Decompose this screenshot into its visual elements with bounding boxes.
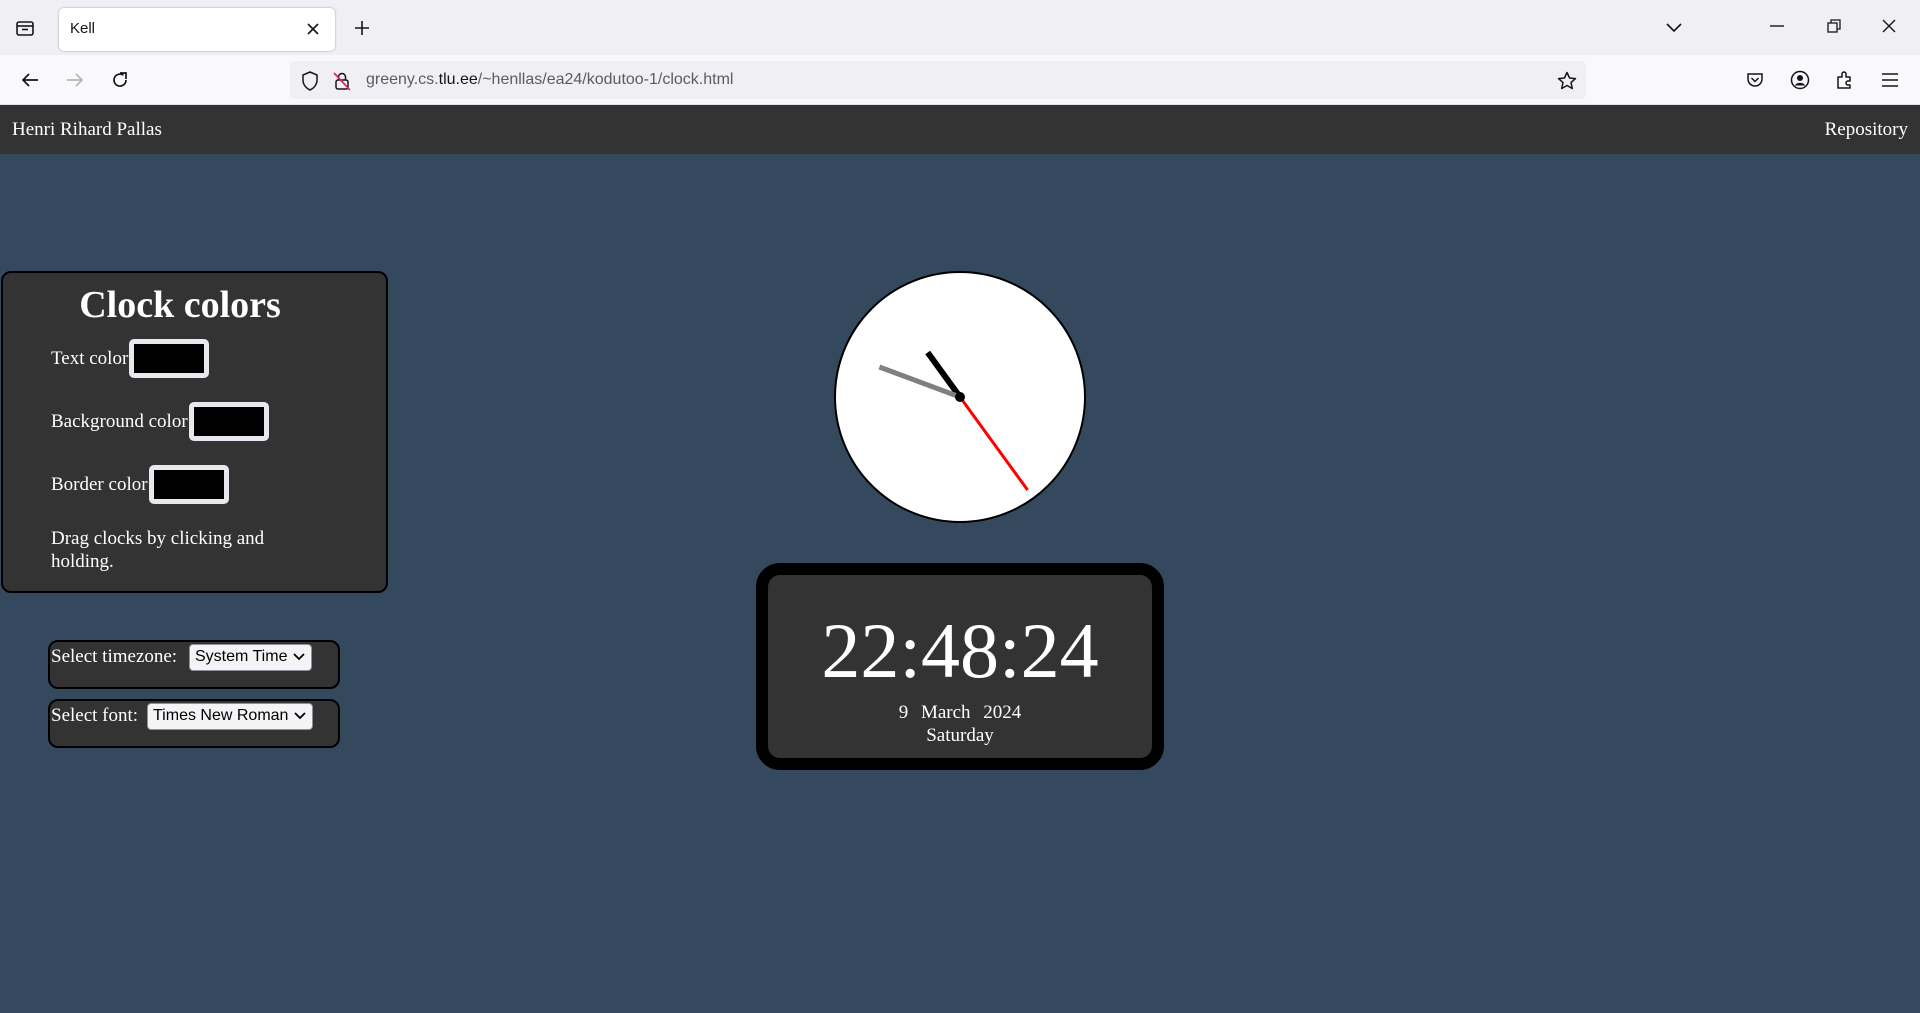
- menu-hamburger-icon[interactable]: [1878, 68, 1902, 92]
- chevron-down-icon: [293, 653, 306, 661]
- browser-tab[interactable]: Kell: [59, 8, 335, 51]
- date-day: 9: [898, 702, 909, 723]
- reload-icon[interactable]: [107, 68, 133, 92]
- date-year: 2024: [983, 702, 1022, 723]
- text-color-label: Text color: [51, 347, 129, 369]
- background-color-picker[interactable]: [188, 402, 269, 441]
- minimize-icon[interactable]: [1765, 14, 1789, 38]
- background-color-label: Background color: [51, 410, 188, 432]
- tab-title: Kell: [70, 20, 96, 37]
- window-close-icon[interactable]: [1877, 14, 1901, 38]
- date-month: March: [920, 702, 971, 723]
- analog-clock[interactable]: [833, 270, 1087, 524]
- font-selector-box: Select font: Times New Roman: [48, 699, 340, 748]
- timezone-select[interactable]: System Time: [189, 644, 313, 671]
- border-color-label: Border color: [51, 473, 148, 495]
- date-line: 9 March 2024: [768, 702, 1152, 724]
- close-icon[interactable]: [303, 19, 323, 39]
- font-label: Select font:: [51, 705, 139, 726]
- shield-icon[interactable]: [299, 70, 321, 92]
- drag-instructions: Drag clocks by clicking and holding.: [51, 528, 265, 572]
- browser-nav-bar: greeny.cs.tlu.ee/~henllas/ea24/kodutoo-1…: [0, 55, 1920, 105]
- restore-icon[interactable]: [1822, 14, 1846, 38]
- tab-list-icon[interactable]: [12, 16, 38, 40]
- repository-link[interactable]: Repository: [1825, 119, 1908, 141]
- weekday: Saturday: [926, 725, 994, 746]
- panel-title: Clock colors: [79, 284, 281, 326]
- url-text[interactable]: greeny.cs.tlu.ee/~henllas/ea24/kodutoo-1…: [366, 71, 733, 89]
- timezone-selected-value: System Time: [195, 648, 288, 665]
- back-arrow-icon[interactable]: [17, 68, 43, 92]
- digital-clock[interactable]: 22:48:24 9 March 2024 Saturday: [756, 563, 1164, 770]
- timezone-selector-box: Select timezone: System Time: [48, 640, 340, 689]
- border-color-row: Border color: [51, 465, 229, 504]
- font-selected-value: Times New Roman: [153, 707, 289, 724]
- clock-colors-panel: Clock colors Text color Background color…: [1, 271, 388, 593]
- extensions-icon[interactable]: [1833, 68, 1857, 92]
- digital-time: 22:48:24: [821, 607, 1099, 694]
- url-prefix: greeny.cs.: [366, 71, 439, 88]
- background-color-row: Background color: [51, 402, 269, 441]
- font-select[interactable]: Times New Roman: [147, 703, 314, 730]
- clock-center-pin: [955, 392, 965, 402]
- new-tab-plus-icon[interactable]: [350, 16, 374, 40]
- text-color-picker[interactable]: [129, 339, 210, 378]
- url-host: tlu.ee: [438, 71, 478, 88]
- bookmark-star-icon[interactable]: [1556, 70, 1578, 92]
- insecure-lock-icon[interactable]: [331, 70, 353, 92]
- forward-arrow-icon[interactable]: [62, 68, 88, 92]
- pocket-icon[interactable]: [1743, 68, 1767, 92]
- url-path: /~henllas/ea24/kodutoo-1/clock.html: [477, 71, 734, 88]
- border-color-picker[interactable]: [148, 465, 229, 504]
- text-color-row: Text color: [51, 339, 210, 378]
- chevron-down-icon[interactable]: [1662, 16, 1686, 40]
- chevron-down-icon: [294, 712, 307, 720]
- browser-tab-bar: Kell: [0, 0, 1920, 55]
- timezone-label: Select timezone:: [51, 646, 178, 667]
- account-icon[interactable]: [1788, 68, 1812, 92]
- address-bar[interactable]: greeny.cs.tlu.ee/~henllas/ea24/kodutoo-1…: [290, 61, 1586, 99]
- author-name: Henri Rihard Pallas: [12, 119, 162, 140]
- page-header: Henri Rihard Pallas Repository: [0, 105, 1920, 154]
